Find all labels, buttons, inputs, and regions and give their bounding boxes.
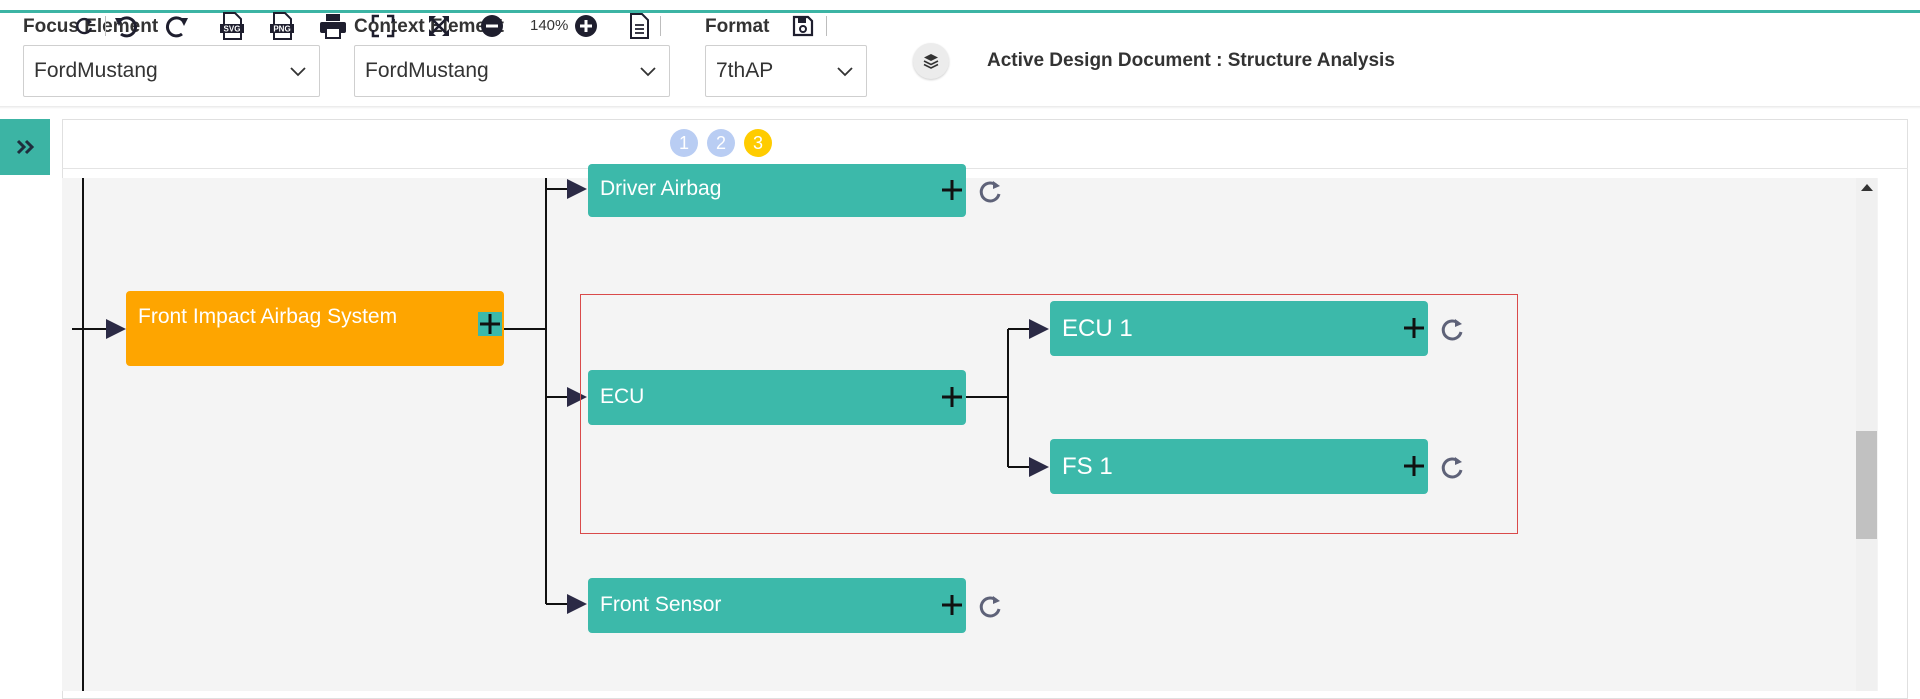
- format-select[interactable]: 7thAP: [705, 45, 867, 97]
- refresh-icon[interactable]: [976, 178, 1004, 206]
- header-divider: [0, 106, 1920, 109]
- node-front-impact-airbag-system[interactable]: Front Impact Airbag System: [126, 291, 504, 366]
- print-button[interactable]: [318, 12, 348, 40]
- context-element-value: FordMustang: [365, 59, 489, 82]
- level-2-button[interactable]: 2: [707, 129, 735, 157]
- reload-icon: [76, 17, 93, 35]
- focus-element-select[interactable]: FordMustang: [23, 45, 320, 97]
- toolbar-separator: [105, 16, 106, 36]
- expand-arrows-icon: [429, 16, 449, 36]
- node-label: ECU: [600, 385, 645, 408]
- svg-file-icon: SVG: [220, 12, 244, 40]
- zoom-out-button[interactable]: [478, 12, 506, 40]
- undo-icon: [115, 16, 137, 38]
- double-chevron-right-icon: [16, 139, 35, 155]
- fit-screen-button[interactable]: [369, 12, 397, 40]
- layers-button[interactable]: [913, 43, 949, 79]
- reload-button[interactable]: [73, 12, 97, 40]
- add-child-icon[interactable]: [1402, 316, 1426, 340]
- toolbar-separator: [826, 16, 827, 36]
- add-child-icon[interactable]: [940, 178, 964, 202]
- format-label: Format: [705, 16, 770, 37]
- export-svg-button[interactable]: SVG: [218, 12, 246, 40]
- add-child-icon[interactable]: [940, 385, 964, 409]
- chevron-down-icon: [837, 67, 853, 77]
- node-label: Driver Airbag: [600, 177, 722, 200]
- plus-circle-icon: [575, 15, 597, 37]
- png-file-icon: PNG: [270, 12, 294, 40]
- redo-icon: [166, 16, 188, 38]
- node-ecu[interactable]: ECU: [588, 370, 966, 425]
- fit-screen-icon: [371, 14, 395, 38]
- context-element-select[interactable]: FordMustang: [354, 45, 670, 97]
- expand-sidebar-button[interactable]: [0, 119, 50, 175]
- format-value: 7thAP: [716, 59, 774, 82]
- node-label: FS 1: [1062, 453, 1113, 480]
- node-ecu-1[interactable]: ECU 1: [1050, 301, 1428, 356]
- redo-button[interactable]: [163, 12, 191, 40]
- save-icon: [792, 15, 814, 37]
- node-driver-airbag[interactable]: Driver Airbag: [588, 164, 966, 217]
- png-badge-text: PNG: [273, 25, 290, 34]
- node-label: ECU 1: [1062, 315, 1133, 342]
- add-child-icon[interactable]: [478, 312, 502, 336]
- diagram-toolbar: [62, 119, 1908, 169]
- scroll-up-arrow-icon[interactable]: [1861, 184, 1873, 191]
- focus-element-value: FordMustang: [34, 59, 158, 82]
- refresh-icon[interactable]: [1438, 316, 1466, 344]
- document-icon: [630, 13, 649, 39]
- node-fs-1[interactable]: FS 1: [1050, 439, 1428, 494]
- zoom-in-button[interactable]: [572, 12, 600, 40]
- active-design-document: Active Design Document : Structure Analy…: [987, 50, 1395, 71]
- export-png-button[interactable]: PNG: [268, 12, 296, 40]
- document-button[interactable]: [626, 12, 652, 40]
- add-child-icon[interactable]: [940, 593, 964, 617]
- refresh-icon[interactable]: [1438, 454, 1466, 482]
- toolbar-separator: [660, 16, 661, 36]
- level-3-button[interactable]: 3: [744, 129, 772, 157]
- scrollbar-thumb[interactable]: [1856, 431, 1877, 539]
- minus-circle-icon: [481, 15, 503, 37]
- zoom-level: 140%: [530, 17, 569, 34]
- refresh-icon[interactable]: [976, 593, 1004, 621]
- expand-all-button[interactable]: [425, 12, 453, 40]
- chevron-down-icon: [290, 67, 306, 77]
- svg-badge-text: SVG: [224, 25, 241, 34]
- chevron-down-icon: [640, 67, 656, 77]
- save-button[interactable]: [790, 12, 816, 40]
- node-front-sensor[interactable]: Front Sensor: [588, 578, 966, 633]
- undo-button[interactable]: [112, 12, 140, 40]
- node-label: Front Sensor: [600, 593, 722, 616]
- node-label: Front Impact Airbag System: [138, 305, 398, 328]
- layers-icon: [923, 54, 939, 69]
- add-child-icon[interactable]: [1402, 454, 1426, 478]
- print-icon: [320, 14, 346, 39]
- level-1-button[interactable]: 1: [670, 129, 698, 157]
